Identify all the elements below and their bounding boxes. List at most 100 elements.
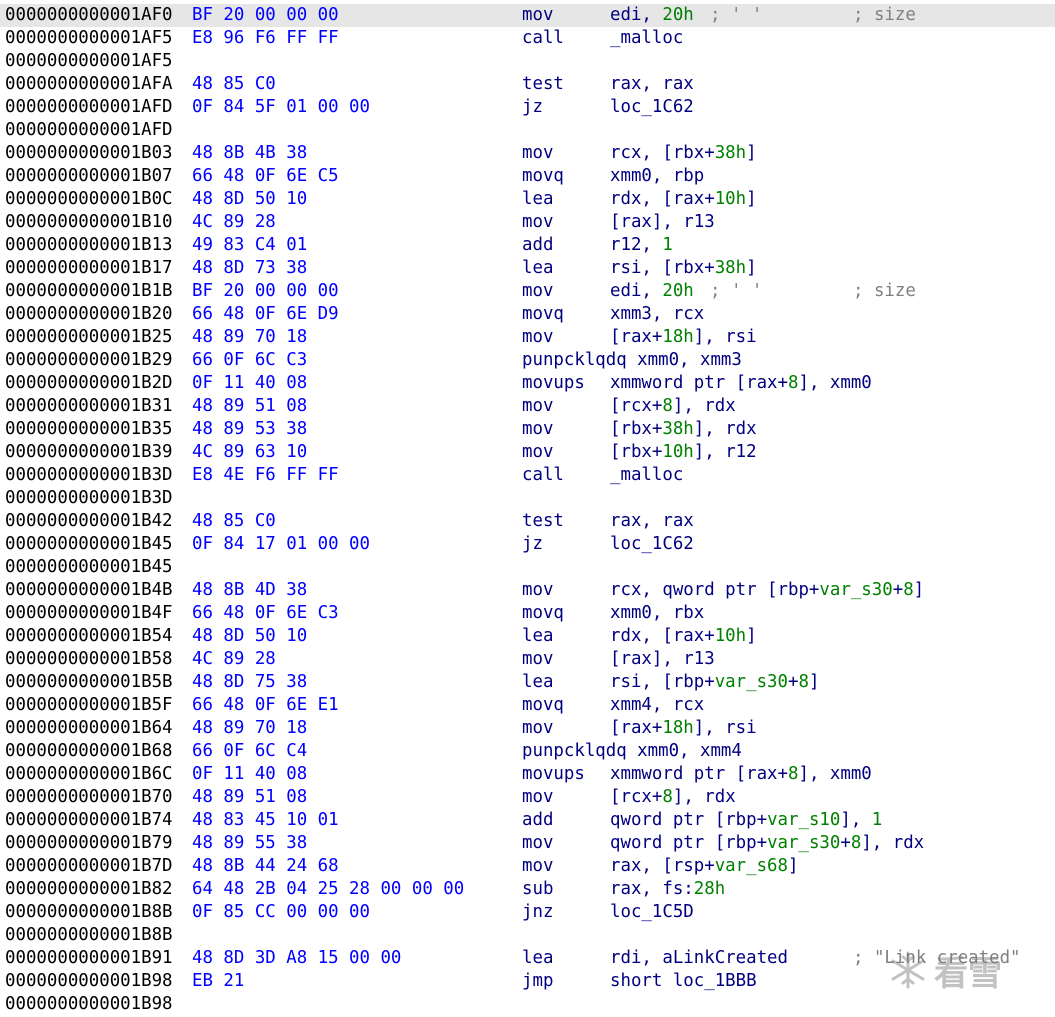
mnemonic[interactable]: movups: [522, 763, 585, 786]
address[interactable]: 0000000000001B10: [5, 211, 173, 234]
address[interactable]: 0000000000001B58: [5, 648, 173, 671]
operands[interactable]: qword ptr [rbp+var_s10], 1: [610, 809, 882, 832]
mnemonic[interactable]: mov: [522, 832, 553, 855]
operands[interactable]: rax, rax: [610, 73, 694, 96]
address[interactable]: 0000000000001AF5: [5, 27, 173, 50]
address[interactable]: 0000000000001B70: [5, 786, 173, 809]
listing-row[interactable]: 0000000000001B13 49 83 C4 01 add r12, 1: [0, 234, 1055, 257]
address[interactable]: 0000000000001B45: [5, 533, 173, 556]
operands[interactable]: [rcx+8], rdx: [610, 395, 736, 418]
operands[interactable]: xmm3, rcx: [610, 303, 704, 326]
listing-row[interactable]: 0000000000001AFD: [0, 119, 1055, 142]
listing-row[interactable]: 0000000000001B07 66 48 0F 6E C5 movq xmm0, …: [0, 165, 1055, 188]
listing-row[interactable]: 0000000000001AF0 BF 20 00 00 00 mov edi, 20…: [0, 4, 1055, 27]
operands[interactable]: rax, fs:28h: [610, 878, 725, 901]
listing-row[interactable]: 0000000000001B4B 48 8B 4D 38 mov rcx, qword…: [0, 579, 1055, 602]
address[interactable]: 0000000000001B74: [5, 809, 173, 832]
operands[interactable]: [rbx+38h], rdx: [610, 418, 757, 441]
mnemonic[interactable]: mov: [522, 441, 553, 464]
operands[interactable]: edi, 20h: [610, 280, 694, 303]
mnemonic[interactable]: mov: [522, 579, 553, 602]
address[interactable]: 0000000000001B6C: [5, 763, 173, 786]
mnemonic[interactable]: mov: [522, 418, 553, 441]
address[interactable]: 0000000000001B45: [5, 556, 173, 579]
address[interactable]: 0000000000001B8B: [5, 924, 173, 947]
listing-row[interactable]: 0000000000001B20 66 48 0F 6E D9 movq xmm3, …: [0, 303, 1055, 326]
operands[interactable]: short loc_1BBB: [610, 970, 757, 993]
address[interactable]: 0000000000001B91: [5, 947, 173, 970]
operands[interactable]: [rax], r13: [610, 211, 715, 234]
mnemonic[interactable]: mov: [522, 855, 553, 878]
listing-row[interactable]: 0000000000001B5F 66 48 0F 6E E1 movq xmm4, …: [0, 694, 1055, 717]
listing-row[interactable]: 0000000000001B68 66 0F 6C C4 punpcklqdq xm…: [0, 740, 1055, 763]
operands[interactable]: xmmword ptr [rax+8], xmm0: [610, 372, 872, 395]
operands[interactable]: [rax+18h], rsi: [610, 326, 757, 349]
address[interactable]: 0000000000001B4B: [5, 579, 173, 602]
operands[interactable]: rdx, [rax+10h]: [610, 625, 757, 648]
listing-row[interactable]: 0000000000001B25 48 89 70 18 mov [rax+18h],…: [0, 326, 1055, 349]
mnemonic[interactable]: punpcklqdq xmm0, xmm3: [522, 349, 742, 372]
address[interactable]: 0000000000001B39: [5, 441, 173, 464]
listing-row[interactable]: 0000000000001AF5 E8 96 F6 FF FF call _mallo…: [0, 27, 1055, 50]
mnemonic[interactable]: movq: [522, 602, 564, 625]
address[interactable]: 0000000000001B42: [5, 510, 173, 533]
operands[interactable]: loc_1C62: [610, 96, 694, 119]
address[interactable]: 0000000000001B4F: [5, 602, 173, 625]
mnemonic[interactable]: add: [522, 234, 553, 257]
listing-row[interactable]: 0000000000001B35 48 89 53 38 mov [rbx+38h],…: [0, 418, 1055, 441]
disassembly-listing[interactable]: 0000000000001AF0 BF 20 00 00 00 mov edi, 20…: [0, 4, 1055, 1016]
listing-row[interactable]: 0000000000001B79 48 89 55 38 mov qword ptr …: [0, 832, 1055, 855]
address[interactable]: 0000000000001AFD: [5, 119, 173, 142]
mnemonic[interactable]: movq: [522, 165, 564, 188]
mnemonic[interactable]: test: [522, 510, 564, 533]
mnemonic[interactable]: mov: [522, 786, 553, 809]
listing-row[interactable]: 0000000000001B82 64 48 2B 04 25 28 00 00 …: [0, 878, 1055, 901]
operands[interactable]: rdx, [rax+10h]: [610, 188, 757, 211]
address[interactable]: 0000000000001B2D: [5, 372, 173, 395]
operands[interactable]: [rbx+10h], r12: [610, 441, 757, 464]
listing-row[interactable]: 0000000000001B2D 0F 11 40 08 movups xmmword…: [0, 372, 1055, 395]
mnemonic[interactable]: call: [522, 27, 564, 50]
operands[interactable]: rax, rax: [610, 510, 694, 533]
address[interactable]: 0000000000001B0C: [5, 188, 173, 211]
listing-row[interactable]: 0000000000001B1B BF 20 00 00 00 mov edi, 20…: [0, 280, 1055, 303]
listing-row[interactable]: 0000000000001B45 0F 84 17 01 00 00 jz loc_1…: [0, 533, 1055, 556]
mnemonic[interactable]: sub: [522, 878, 553, 901]
mnemonic[interactable]: test: [522, 73, 564, 96]
listing-row[interactable]: 0000000000001B64 48 89 70 18 mov [rax+18h],…: [0, 717, 1055, 740]
operands[interactable]: rcx, [rbx+38h]: [610, 142, 757, 165]
listing-row[interactable]: 0000000000001B7D 48 8B 44 24 68 mov rax, [r…: [0, 855, 1055, 878]
operands[interactable]: [rax], r13: [610, 648, 715, 671]
address[interactable]: 0000000000001AF0: [5, 4, 173, 27]
mnemonic[interactable]: mov: [522, 648, 553, 671]
mnemonic[interactable]: movups: [522, 372, 585, 395]
address[interactable]: 0000000000001B03: [5, 142, 173, 165]
address[interactable]: 0000000000001B82: [5, 878, 173, 901]
mnemonic[interactable]: movq: [522, 694, 564, 717]
mnemonic[interactable]: jmp: [522, 970, 553, 993]
mnemonic[interactable]: mov: [522, 211, 553, 234]
listing-row[interactable]: 0000000000001B70 48 89 51 08 mov [rcx+8], r…: [0, 786, 1055, 809]
listing-row[interactable]: 0000000000001B8B 0F 85 CC 00 00 00 jnz loc_…: [0, 901, 1055, 924]
mnemonic[interactable]: mov: [522, 395, 553, 418]
address[interactable]: 0000000000001B98: [5, 970, 173, 993]
address[interactable]: 0000000000001B68: [5, 740, 173, 763]
operands[interactable]: rsi, [rbp+var_s30+8]: [610, 671, 819, 694]
listing-row[interactable]: 0000000000001B39 4C 89 63 10 mov [rbx+10h],…: [0, 441, 1055, 464]
address[interactable]: 0000000000001B79: [5, 832, 173, 855]
mnemonic[interactable]: lea: [522, 257, 553, 280]
operands[interactable]: _malloc: [610, 27, 683, 50]
operands[interactable]: r12, 1: [610, 234, 673, 257]
mnemonic[interactable]: mov: [522, 717, 553, 740]
listing-row[interactable]: 0000000000001AF5: [0, 50, 1055, 73]
listing-row[interactable]: 0000000000001B3D E8 4E F6 FF FF call _mallo…: [0, 464, 1055, 487]
address[interactable]: 0000000000001B20: [5, 303, 173, 326]
listing-row[interactable]: 0000000000001B17 48 8D 73 38 lea rsi, [rbx+…: [0, 257, 1055, 280]
address[interactable]: 0000000000001B25: [5, 326, 173, 349]
listing-row[interactable]: 0000000000001B58 4C 89 28 mov [rax], r13: [0, 648, 1055, 671]
address[interactable]: 0000000000001B17: [5, 257, 173, 280]
operands[interactable]: qword ptr [rbp+var_s30+8], rdx: [610, 832, 924, 855]
address[interactable]: 0000000000001B7D: [5, 855, 173, 878]
listing-row[interactable]: 0000000000001B74 48 83 45 10 01 add qword p…: [0, 809, 1055, 832]
mnemonic[interactable]: mov: [522, 142, 553, 165]
